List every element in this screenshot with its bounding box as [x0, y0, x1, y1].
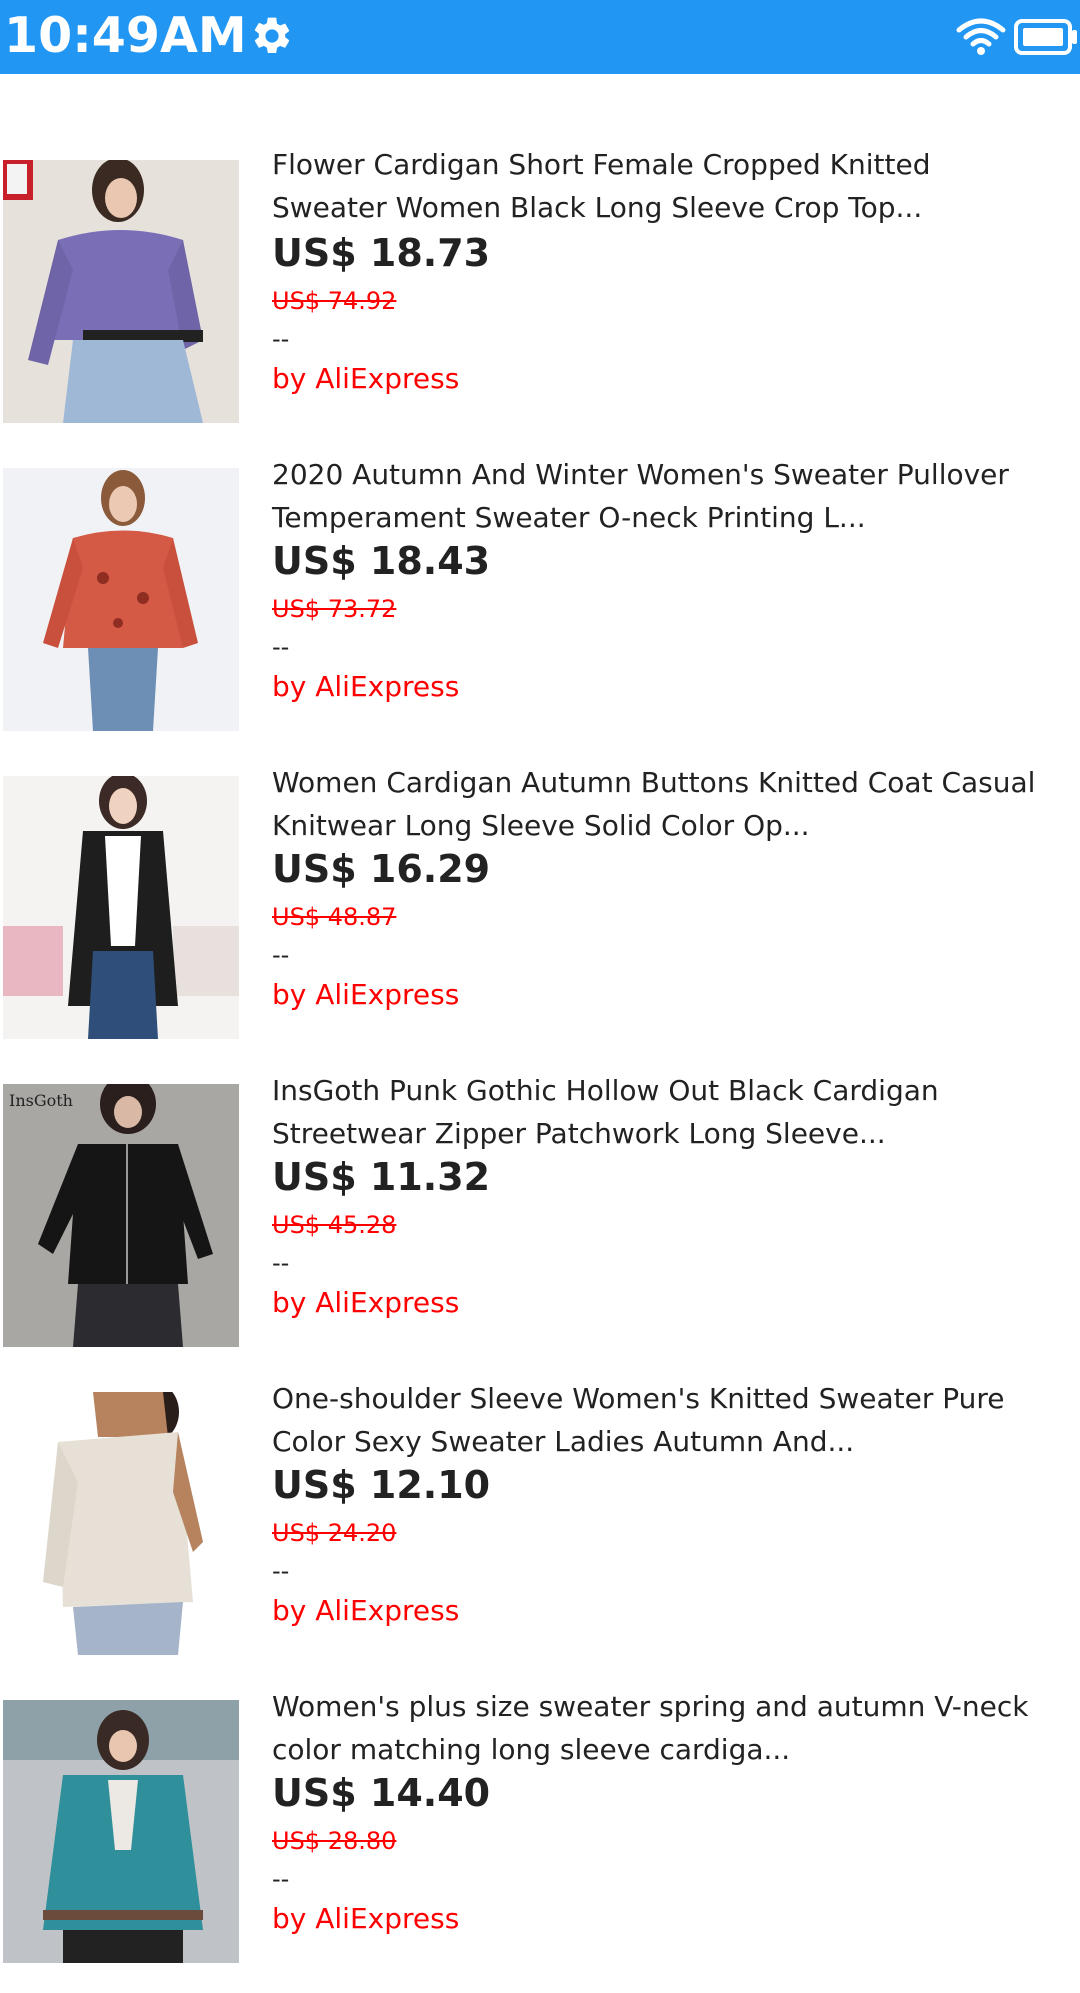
gear-icon	[254, 17, 290, 54]
product-rating: --	[272, 1557, 290, 1585]
product-item[interactable]: 2020 Autumn And Winter Women's Sweater P…	[0, 453, 1080, 761]
product-original-price: US$ 45.28	[272, 1211, 397, 1239]
product-price: US$ 18.73	[272, 231, 491, 275]
product-image[interactable]: InsGoth	[3, 1084, 239, 1347]
product-title[interactable]: Women's plus size sweater spring and aut…	[272, 1685, 1072, 1771]
product-image[interactable]	[3, 1700, 239, 1963]
product-image[interactable]	[3, 1392, 239, 1655]
product-title[interactable]: Flower Cardigan Short Female Cropped Kni…	[272, 143, 1072, 229]
product-rating: --	[272, 633, 290, 661]
product-image[interactable]	[3, 468, 239, 731]
product-seller: by AliExpress	[272, 1902, 460, 1935]
product-item[interactable]: Women Cardigan Autumn Buttons Knitted Co…	[0, 761, 1080, 1069]
product-title[interactable]: Women Cardigan Autumn Buttons Knitted Co…	[272, 761, 1072, 847]
product-original-price: US$ 74.92	[272, 287, 397, 315]
product-seller: by AliExpress	[272, 670, 460, 703]
product-rating: --	[272, 1249, 290, 1277]
product-seller: by AliExpress	[272, 1594, 460, 1627]
status-bar: 10:49AM	[0, 0, 1080, 74]
product-price: US$ 12.10	[272, 1463, 491, 1507]
product-price: US$ 18.43	[272, 539, 491, 583]
product-original-price: US$ 28.80	[272, 1827, 397, 1855]
product-item[interactable]: One-shoulder Sleeve Women's Knitted Swea…	[0, 1377, 1080, 1685]
product-price: US$ 11.32	[272, 1155, 491, 1199]
product-image[interactable]	[3, 776, 239, 1039]
product-list: Flower Cardigan Short Female Cropped Kni…	[0, 0, 1080, 1963]
product-title[interactable]: 2020 Autumn And Winter Women's Sweater P…	[272, 453, 1072, 539]
product-image[interactable]	[3, 160, 239, 423]
product-rating: --	[272, 325, 290, 353]
wifi-icon	[956, 18, 1006, 55]
product-item[interactable]: Flower Cardigan Short Female Cropped Kni…	[0, 145, 1080, 453]
status-time: 10:49AM	[4, 7, 247, 64]
product-rating: --	[272, 1865, 290, 1893]
battery-icon	[1014, 19, 1077, 55]
product-seller: by AliExpress	[272, 978, 460, 1011]
product-seller: by AliExpress	[272, 1286, 460, 1319]
product-item[interactable]: InsGoth InsGoth Punk Gothic Hollow Out B…	[0, 1069, 1080, 1377]
product-original-price: US$ 48.87	[272, 903, 397, 931]
product-original-price: US$ 73.72	[272, 595, 397, 623]
product-price: US$ 14.40	[272, 1771, 491, 1815]
product-original-price: US$ 24.20	[272, 1519, 397, 1547]
svg-text:InsGoth: InsGoth	[9, 1091, 73, 1110]
product-item[interactable]: Women's plus size sweater spring and aut…	[0, 1685, 1080, 1993]
product-title[interactable]: InsGoth Punk Gothic Hollow Out Black Car…	[272, 1069, 1072, 1155]
product-title[interactable]: One-shoulder Sleeve Women's Knitted Swea…	[272, 1377, 1072, 1463]
product-price: US$ 16.29	[272, 847, 491, 891]
product-rating: --	[272, 941, 290, 969]
product-seller: by AliExpress	[272, 362, 460, 395]
